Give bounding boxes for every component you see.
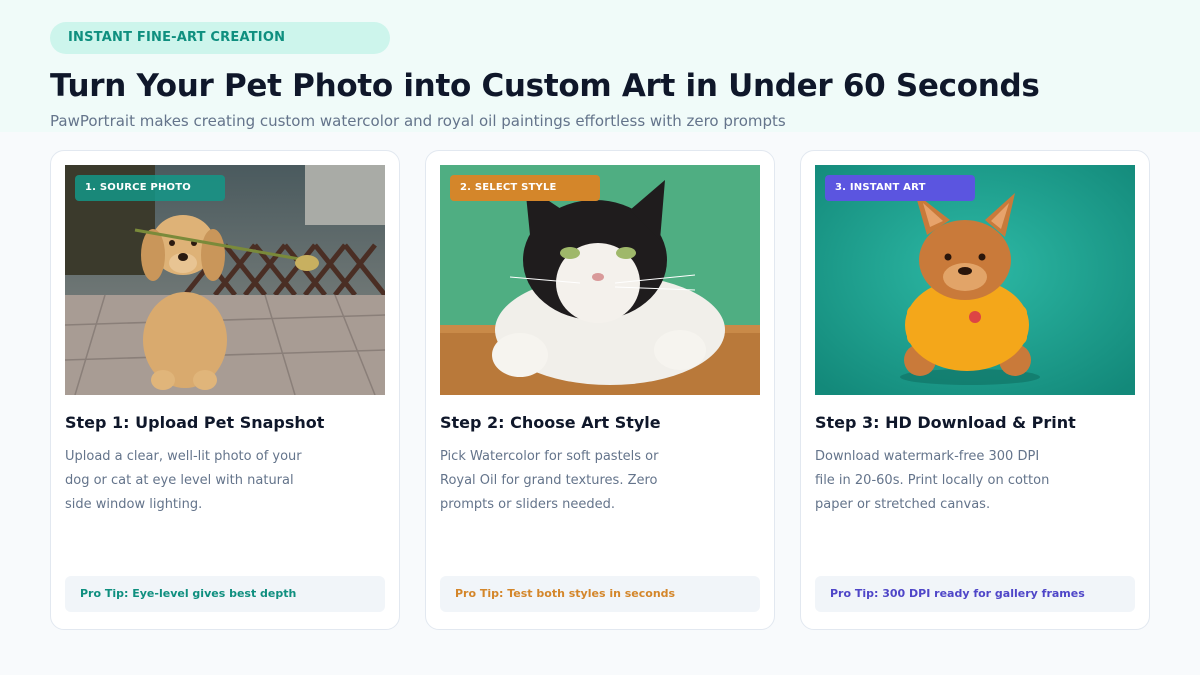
step-1-description: Upload a clear, well-lit photo of your d… (65, 449, 302, 512)
step-2-pro-tip: Pro Tip: Test both styles in seconds (440, 576, 760, 612)
step-3-title: Step 3: HD Download & Print (815, 413, 1076, 432)
page-subtitle: PawPortrait makes creating custom waterc… (50, 112, 786, 130)
step-card-2: 2. SELECT STYLE Step 2: Choose Art Style… (425, 150, 775, 630)
page-title: Turn Your Pet Photo into Custom Art in U… (50, 68, 1040, 104)
step-2-badge: 2. SELECT STYLE (450, 175, 600, 201)
step-2-title: Step 2: Choose Art Style (440, 413, 661, 432)
step-1-badge: 1. SOURCE PHOTO (75, 175, 225, 201)
step-3-badge: 3. INSTANT ART (825, 175, 975, 201)
step-3-photo: 3. INSTANT ART (815, 165, 1135, 395)
step-3-pro-tip: Pro Tip: 300 DPI ready for gallery frame… (815, 576, 1135, 612)
step-card-1: 1. SOURCE PHOTO Step 1: Upload Pet Snaps… (50, 150, 400, 630)
step-1-title: Step 1: Upload Pet Snapshot (65, 413, 325, 432)
step-2-description: Pick Watercolor for soft pastels or Roya… (440, 449, 659, 512)
step-1-photo: 1. SOURCE PHOTO (65, 165, 385, 395)
step-card-3: 3. INSTANT ART Step 3: HD Download & Pri… (800, 150, 1150, 630)
step-2-photo: 2. SELECT STYLE (440, 165, 760, 395)
category-pill: INSTANT FINE-ART CREATION (50, 22, 390, 54)
step-1-pro-tip: Pro Tip: Eye-level gives best depth (65, 576, 385, 612)
step-3-description: Download watermark-free 300 DPI file in … (815, 449, 1050, 512)
